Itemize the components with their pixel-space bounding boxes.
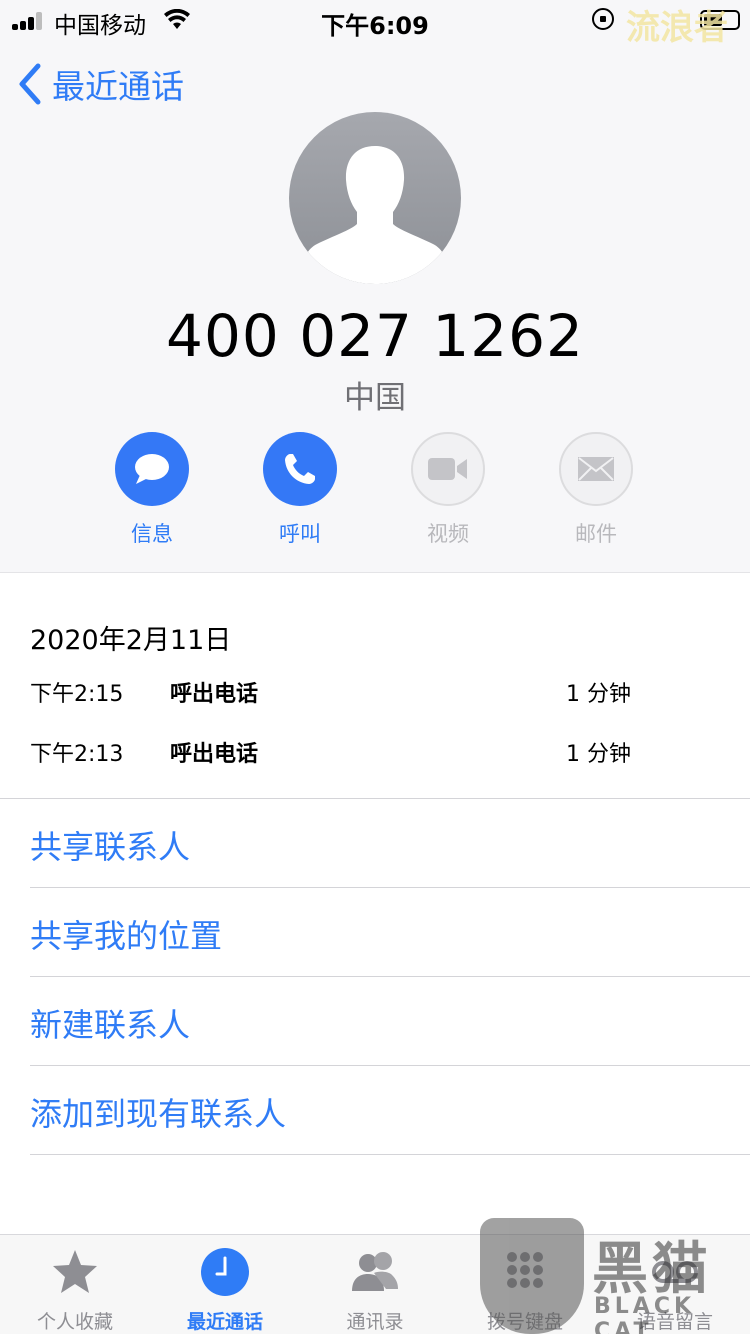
new-contact-link[interactable]: 新建联系人: [30, 1000, 190, 1046]
voicemail-icon: [652, 1261, 698, 1283]
share-contact-link[interactable]: 共享联系人: [30, 822, 190, 868]
tab-label: 通讯录: [346, 1311, 404, 1333]
divider: [30, 1154, 750, 1155]
tab-label: 拨号键盘: [486, 1311, 563, 1333]
phone-number: 400 027 1262: [166, 302, 584, 370]
status-bar: 中国移动 下午6:09 流浪者: [0, 0, 750, 48]
message-button[interactable]: 信息: [97, 432, 207, 548]
star-icon: [53, 1250, 97, 1293]
divider: [30, 976, 750, 977]
tab-recents[interactable]: 最近通话: [150, 1235, 300, 1334]
keypad-icon: [507, 1252, 543, 1288]
history-date: 2020年2月11日: [30, 625, 232, 656]
number-region: 中国: [344, 380, 406, 416]
tab-favorites[interactable]: 个人收藏: [0, 1235, 150, 1334]
tab-label: 最近通话: [186, 1311, 263, 1333]
envelope-icon: [578, 457, 614, 481]
back-label: 最近通话: [52, 67, 184, 106]
tab-label: 个人收藏: [36, 1311, 113, 1333]
tab-voicemail[interactable]: 语音留言: [600, 1235, 750, 1334]
call-time: 下午2:15: [30, 682, 124, 707]
divider: [30, 1065, 750, 1066]
video-label: 视频: [427, 522, 469, 546]
call-type: 呼出电话: [170, 682, 259, 707]
tab-bar: 个人收藏 最近通话 通讯录 拨号键盘 语音留言: [0, 1234, 750, 1334]
video-button[interactable]: 视频: [393, 432, 503, 548]
divider: [0, 798, 750, 799]
mail-button[interactable]: 邮件: [541, 432, 651, 548]
video-camera-icon: [428, 458, 467, 480]
person-silhouette-icon: [299, 146, 451, 284]
call-time: 下午2:13: [30, 742, 124, 767]
back-button[interactable]: 最近通话: [16, 62, 184, 106]
avatar: [289, 112, 461, 284]
message-bubble-icon: [135, 454, 169, 484]
call-type: 呼出电话: [170, 742, 259, 767]
mail-label: 邮件: [575, 522, 617, 546]
call-label: 呼叫: [279, 522, 321, 546]
divider: [30, 887, 750, 888]
clock-icon: [201, 1248, 249, 1296]
share-location-link[interactable]: 共享我的位置: [30, 911, 222, 957]
chevron-left-icon: [19, 63, 41, 105]
message-label: 信息: [131, 522, 173, 546]
call-button[interactable]: 呼叫: [245, 432, 355, 548]
tab-keypad[interactable]: 拨号键盘: [450, 1235, 600, 1334]
call-duration: 1 分钟: [566, 742, 631, 767]
phone-icon: [285, 454, 315, 484]
rotation-lock-icon: [592, 8, 614, 30]
tab-contacts[interactable]: 通讯录: [300, 1235, 450, 1334]
quick-actions: 信息 呼叫 视频 邮件: [0, 432, 750, 552]
contacts-icon: [352, 1252, 398, 1291]
add-to-existing-contact-link[interactable]: 添加到现有联系人: [30, 1089, 286, 1135]
tab-label: 语音留言: [636, 1311, 713, 1333]
call-duration: 1 分钟: [566, 682, 631, 707]
watermark-text: 流浪者: [626, 8, 728, 48]
